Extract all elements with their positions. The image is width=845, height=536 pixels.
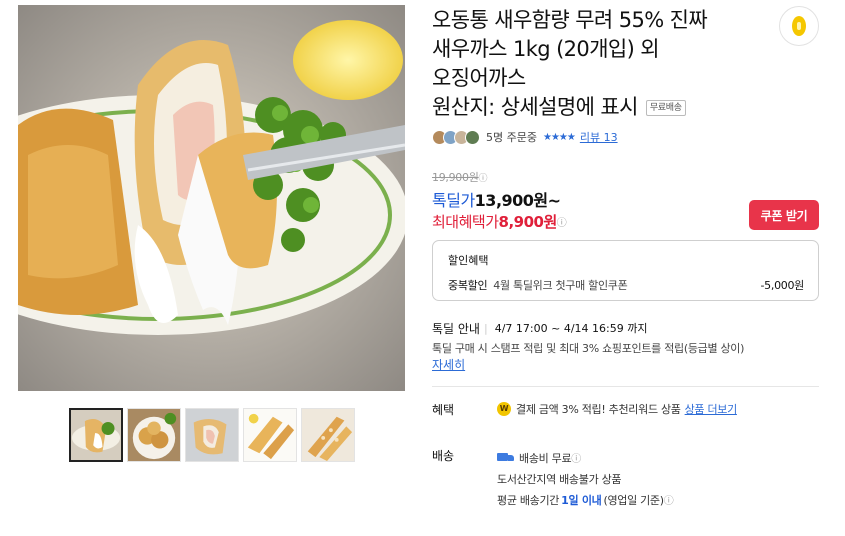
product-title-line: 오동통 새우함량 무려 55% 진짜 bbox=[432, 8, 708, 32]
main-product-image[interactable] bbox=[18, 5, 405, 391]
shipping-average-suffix: (영업일 기준) bbox=[603, 493, 664, 507]
review-summary: 5명 주문중 ★★★★ 리뷰 13 bbox=[432, 129, 618, 145]
product-title-line: 오징어까스 bbox=[432, 66, 526, 90]
thumbnail-image bbox=[128, 409, 180, 461]
thumbnail-image bbox=[71, 410, 121, 460]
star-rating-icon: ★★★★ bbox=[542, 131, 576, 143]
max-benefit-value: 8,900원 bbox=[498, 213, 558, 231]
deal-price-label: 톡딜가 bbox=[432, 191, 475, 210]
original-price: 19,900원ⓘ bbox=[432, 169, 488, 185]
shipping-restriction: 도서산간지역 배송불가 상품 bbox=[497, 472, 622, 486]
avatar bbox=[465, 129, 480, 145]
shipping-label: 배송 bbox=[432, 449, 455, 463]
thumbnail-5[interactable] bbox=[301, 408, 355, 462]
thumbnail-image bbox=[244, 409, 296, 461]
info-icon[interactable]: ⓘ bbox=[557, 218, 567, 229]
shipping-average-prefix: 평균 배송기간 bbox=[497, 493, 560, 507]
discount-row-label: 중복할인 bbox=[448, 279, 488, 292]
deal-info-desc: 톡딜 구매 시 스탬프 적립 및 최대 3% 쇼핑포인트를 적립(등급별 상이) bbox=[432, 342, 745, 355]
thumbnail-image bbox=[186, 409, 238, 461]
thumbnail-4[interactable] bbox=[243, 408, 297, 462]
deal-price-value: 13,900원~ bbox=[474, 191, 561, 210]
product-title: 오동통 새우함량 무려 55% 진짜 새우까스 1kg (20개입) 외 오징어… bbox=[432, 6, 762, 122]
max-benefit-label: 최대혜택가 bbox=[432, 213, 499, 231]
divider bbox=[432, 386, 819, 387]
thumbnail-3[interactable] bbox=[185, 408, 239, 462]
deal-info-more-link[interactable]: 자세히 bbox=[432, 356, 465, 373]
discount-panel: 할인혜택 중복할인 4월 톡딜위크 첫구매 할인쿠폰 -5,000원 bbox=[432, 240, 819, 301]
benefit-row: W 결제 금액 3% 적립! 추천리워드 상품 상품 더보기 bbox=[497, 401, 737, 417]
truck-icon bbox=[497, 452, 514, 463]
coin-icon bbox=[792, 16, 806, 36]
discount-row-desc: 4월 톡딜위크 첫구매 할인쿠폰 bbox=[493, 279, 628, 292]
more-products-link[interactable]: 상품 더보기 bbox=[685, 401, 738, 417]
shipping-fee: 배송비 무료 bbox=[519, 451, 572, 465]
info-icon[interactable]: ⓘ bbox=[571, 450, 581, 465]
info-icon[interactable]: ⓘ bbox=[479, 171, 488, 184]
info-icon[interactable]: ⓘ bbox=[664, 492, 674, 507]
product-title-line: 새우까스 1kg (20개입) 외 bbox=[432, 37, 660, 61]
discount-heading: 할인혜택 bbox=[448, 254, 489, 267]
shipping-fee-row: 배송비 무료 ⓘ bbox=[497, 447, 673, 468]
fried-shrimp-photo bbox=[18, 5, 405, 391]
orders-count: 5명 주문중 bbox=[486, 131, 537, 144]
shipping-average-row: 평균 배송기간 1일 이내 (영업일 기준) ⓘ bbox=[497, 489, 674, 510]
origin-line: 원산지: 상세설명에 표시 무료배송 bbox=[432, 93, 762, 122]
review-link[interactable]: 리뷰 13 bbox=[580, 129, 618, 145]
thumbnail-strip bbox=[69, 408, 355, 462]
thumbnail-2[interactable] bbox=[127, 408, 181, 462]
shipping-average-value: 1일 이내 bbox=[561, 493, 602, 507]
discount-row-value: -5,000원 bbox=[760, 279, 805, 292]
benefit-text: 결제 금액 3% 적립! 추천리워드 상품 bbox=[516, 403, 681, 416]
thumbnail-image bbox=[302, 409, 354, 461]
deal-info-label: 톡딜 안내 bbox=[432, 322, 480, 336]
shipping-details: 배송비 무료 ⓘ 도서산간지역 배송불가 상품 평균 배송기간 1일 이내 (영업… bbox=[497, 447, 674, 510]
original-price-value: 19,900원 bbox=[432, 171, 479, 184]
benefit-label: 혜택 bbox=[432, 403, 455, 417]
deal-price-row: 톡딜가13,900원~ bbox=[432, 187, 561, 211]
reward-w-icon: W bbox=[497, 402, 511, 416]
share-button[interactable] bbox=[779, 6, 819, 46]
deal-period-value: 4/7 17:00 ~ 4/14 16:59 까지 bbox=[484, 321, 648, 337]
free-shipping-badge: 무료배송 bbox=[645, 99, 686, 116]
origin-text: 원산지: 상세설명에 표시 bbox=[432, 95, 638, 119]
thumbnail-1[interactable] bbox=[69, 408, 123, 462]
buyer-avatars bbox=[432, 129, 480, 145]
max-benefit-price-row: 최대혜택가8,900원ⓘ bbox=[432, 211, 567, 232]
coupon-button[interactable]: 쿠폰 받기 bbox=[749, 200, 819, 230]
discount-row: 중복할인 4월 톡딜위크 첫구매 할인쿠폰 -5,000원 bbox=[448, 277, 804, 293]
